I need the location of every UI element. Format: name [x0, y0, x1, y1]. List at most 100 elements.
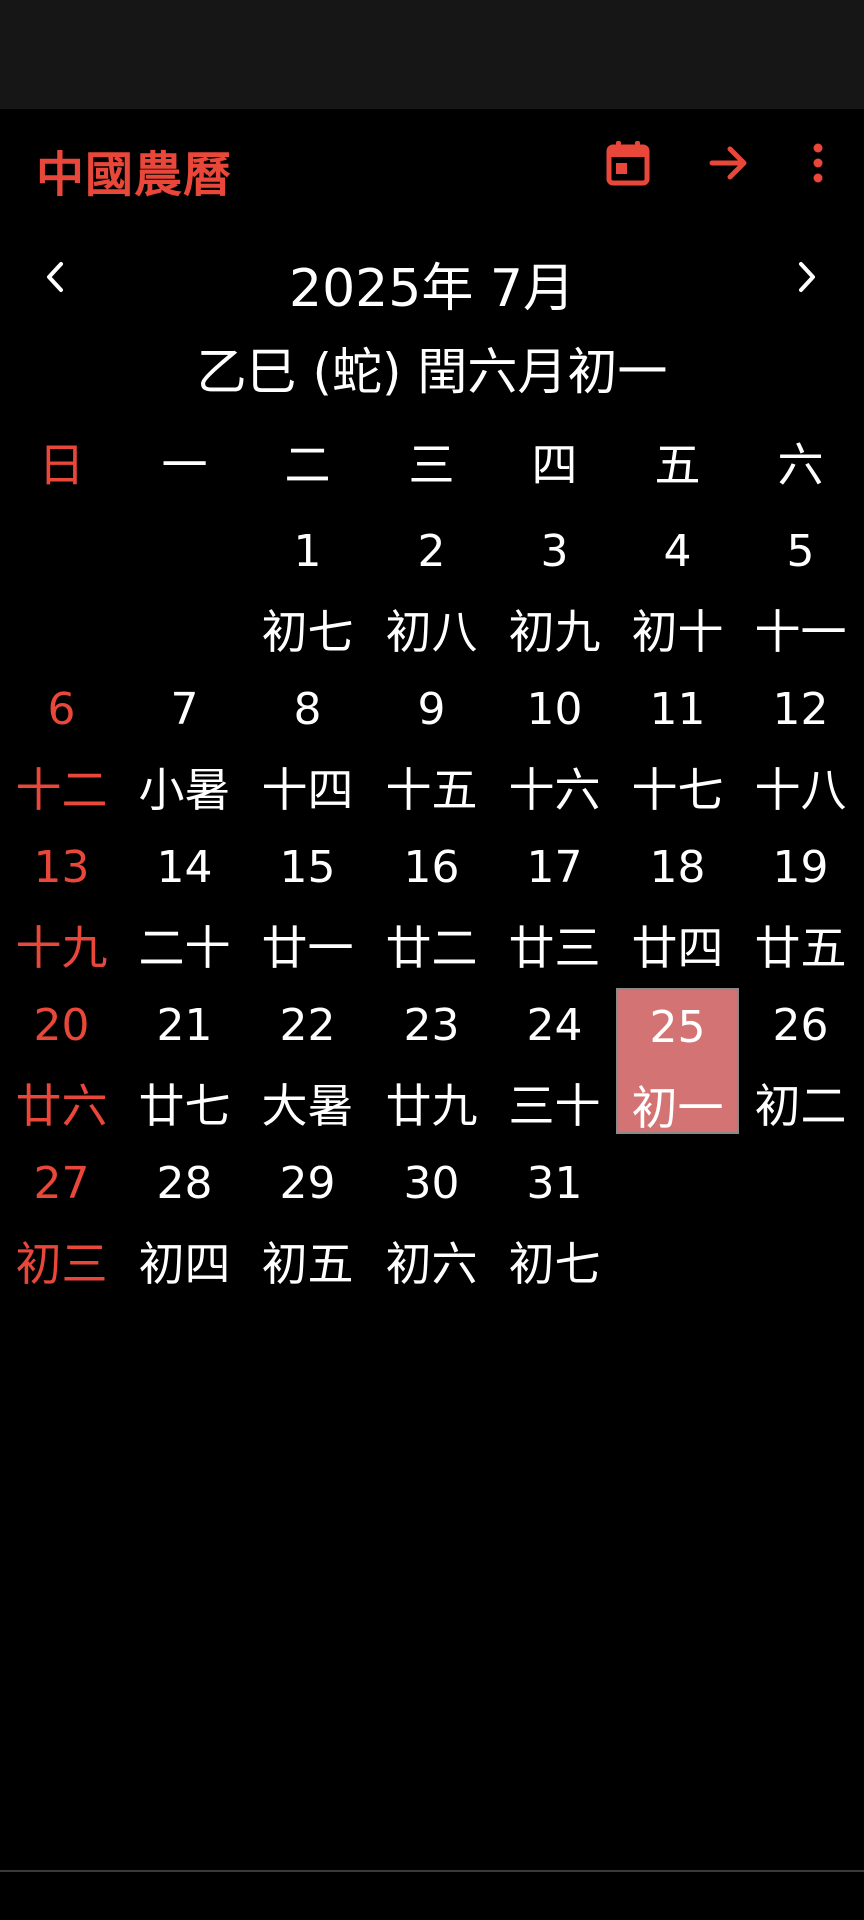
solar-date: 16 — [403, 842, 460, 893]
chevron-right-icon — [796, 260, 818, 298]
lunar-date: 初三 — [15, 1237, 108, 1291]
lunar-date: 十七 — [631, 763, 724, 817]
day-cell[interactable]: 19 廿五 — [739, 830, 862, 976]
lunar-date: 初七 — [261, 605, 354, 659]
weekday-fri: 五 — [654, 438, 701, 492]
app-title: 中國農曆 — [36, 147, 233, 203]
day-cell[interactable]: 21 廿七 — [123, 988, 246, 1134]
weekday-sun: 日 — [38, 438, 85, 492]
day-cell[interactable]: 2 初八 — [370, 514, 493, 660]
day-cell[interactable]: 30 初六 — [370, 1146, 493, 1292]
day-cell[interactable]: 28 初四 — [123, 1146, 246, 1292]
day-cell[interactable]: 7 小暑 — [123, 672, 246, 818]
day-cell[interactable]: 12 十八 — [739, 672, 862, 818]
solar-date: 23 — [403, 1000, 460, 1051]
solar-date: 31 — [526, 1158, 583, 1209]
solar-date: 2 — [417, 526, 446, 577]
day-cell[interactable]: 13 十九 — [0, 830, 123, 976]
lunar-date: 廿六 — [15, 1079, 108, 1133]
day-cell[interactable]: 9 十五 — [370, 672, 493, 818]
day-cell[interactable]: 4 初十 — [616, 514, 739, 660]
day-cell[interactable]: 1 初七 — [246, 514, 369, 660]
solar-date: 18 — [649, 842, 706, 893]
day-cell[interactable]: 3 初九 — [493, 514, 616, 660]
lunar-date: 小暑 — [138, 763, 231, 817]
day-cell[interactable]: 31 初七 — [493, 1146, 616, 1292]
day-cell[interactable]: 18 廿四 — [616, 830, 739, 976]
lunar-date: 大暑 — [261, 1079, 354, 1133]
calendar-grid: 1 初七 2 初八 3 初九 4 初十 5 十一 6 十二 7 小暑 8 十四 9 十五 10 十六 11 十七 12 十八 1… — [0, 514, 864, 1304]
lunar-month-label: 乙巳 (蛇) 閏六月初一 — [196, 343, 668, 401]
lunar-date: 廿五 — [754, 921, 847, 975]
day-cell[interactable]: 5 十一 — [739, 514, 862, 660]
arrow-forward-icon — [709, 144, 749, 186]
day-cell[interactable]: 6 十二 — [0, 672, 123, 818]
solar-date: 28 — [156, 1158, 213, 1209]
solar-date: 5 — [786, 526, 815, 577]
day-cell-today[interactable]: 25 初一 — [616, 988, 739, 1135]
more-options-button[interactable] — [788, 135, 848, 195]
lunar-date: 初四 — [138, 1237, 231, 1291]
lunar-date: 初八 — [385, 605, 478, 659]
next-month-button[interactable] — [772, 244, 842, 314]
solar-date: 11 — [649, 684, 706, 735]
day-cell[interactable]: 29 初五 — [246, 1146, 369, 1292]
lunar-date: 廿九 — [385, 1079, 478, 1133]
lunar-date: 廿二 — [385, 921, 478, 975]
lunar-date: 廿四 — [631, 921, 724, 975]
lunar-date: 十六 — [508, 763, 601, 817]
day-cell[interactable]: 20 廿六 — [0, 988, 123, 1134]
solar-date: 15 — [279, 842, 336, 893]
day-cell[interactable]: 22 大暑 — [246, 988, 369, 1134]
weekday-tue: 二 — [284, 438, 331, 492]
day-cell[interactable]: 8 十四 — [246, 672, 369, 818]
divider — [0, 1870, 864, 1872]
day-cell[interactable]: 26 初二 — [739, 988, 862, 1134]
solar-date: 29 — [279, 1158, 336, 1209]
weekday-thu: 四 — [531, 438, 578, 492]
lunar-date: 廿三 — [508, 921, 601, 975]
solar-date: 1 — [293, 526, 322, 577]
lunar-date: 十一 — [754, 605, 847, 659]
lunar-date: 十九 — [15, 921, 108, 975]
day-cell[interactable]: 11 十七 — [616, 672, 739, 818]
lunar-date: 廿一 — [261, 921, 354, 975]
weekday-header: 日 一 二 三 四 五 六 — [0, 430, 864, 500]
weekday-wed: 三 — [408, 438, 455, 492]
weekday-sat: 六 — [777, 438, 824, 492]
day-cell[interactable]: 14 二十 — [123, 830, 246, 976]
lunar-date: 初九 — [508, 605, 601, 659]
day-cell[interactable]: 23 廿九 — [370, 988, 493, 1134]
lunar-date: 初二 — [754, 1079, 847, 1133]
app-bar: 中國農曆 — [0, 109, 864, 229]
solar-date: 25 — [649, 1002, 706, 1053]
lunar-date: 十二 — [15, 763, 108, 817]
lunar-date: 初七 — [508, 1237, 601, 1291]
lunar-date: 二十 — [138, 921, 231, 975]
lunar-date: 三十 — [508, 1079, 601, 1133]
lunar-date: 十四 — [261, 763, 354, 817]
day-cell[interactable]: 24 三十 — [493, 988, 616, 1134]
solar-date: 21 — [156, 1000, 213, 1051]
day-cell[interactable]: 10 十六 — [493, 672, 616, 818]
day-cell[interactable]: 16 廿二 — [370, 830, 493, 976]
go-forward-button[interactable] — [699, 135, 759, 195]
day-cell[interactable]: 27 初三 — [0, 1146, 123, 1292]
lunar-date: 廿七 — [138, 1079, 231, 1133]
solar-date: 3 — [540, 526, 569, 577]
solar-date: 7 — [170, 684, 199, 735]
day-cell[interactable]: 17 廿三 — [493, 830, 616, 976]
solar-date: 20 — [33, 1000, 90, 1051]
lunar-date: 十五 — [385, 763, 478, 817]
lunar-date: 初十 — [631, 605, 724, 659]
month-title: 2025年 7月 — [289, 259, 575, 319]
day-cell[interactable]: 15 廿一 — [246, 830, 369, 976]
solar-date: 6 — [47, 684, 76, 735]
solar-date: 22 — [279, 1000, 336, 1051]
solar-date: 10 — [526, 684, 583, 735]
calendar-today-button[interactable] — [598, 135, 658, 195]
solar-date: 19 — [772, 842, 829, 893]
weekday-mon: 一 — [161, 438, 208, 492]
solar-date: 27 — [33, 1158, 90, 1209]
lunar-date: 十八 — [754, 763, 847, 817]
